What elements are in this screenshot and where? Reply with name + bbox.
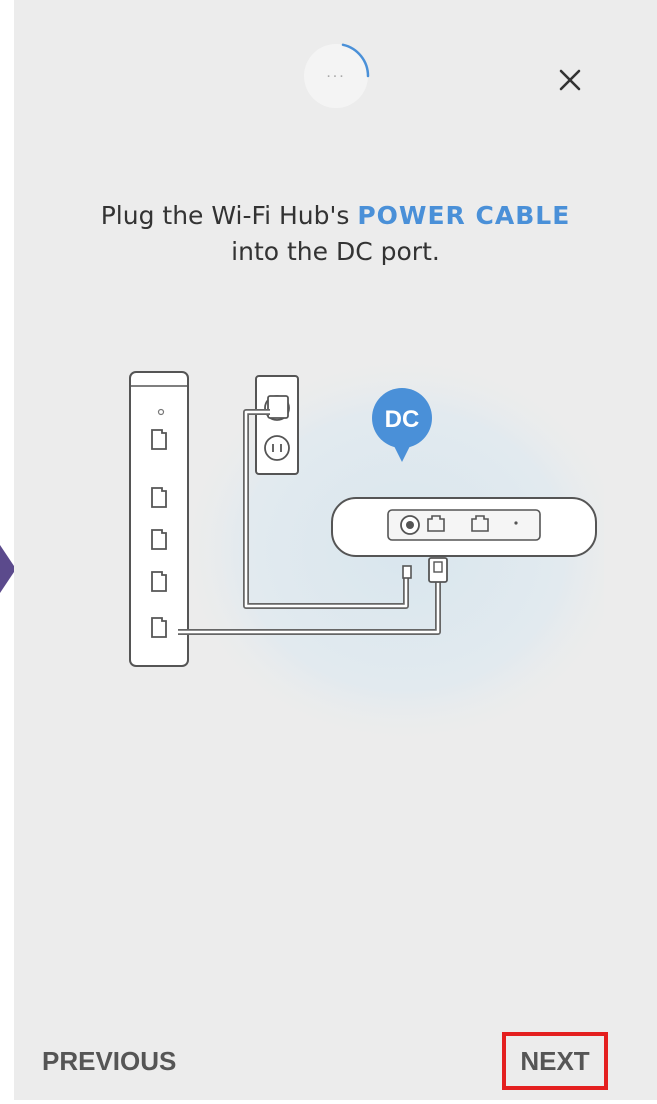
instruction-highlight: POWER CABLE xyxy=(357,201,571,230)
close-icon xyxy=(559,69,581,91)
wifi-hub-device xyxy=(331,497,597,557)
previous-button[interactable]: PREVIOUS xyxy=(42,1036,176,1086)
bottom-margin-strip xyxy=(0,1100,657,1104)
wifi-hub-connection-illustration: DC xyxy=(129,350,604,750)
setup-screen: ... Plug the Wi-Fi Hub's POWER CABLE int… xyxy=(14,0,657,1100)
instruction-line-1: Plug the Wi-Fi Hub's POWER CABLE xyxy=(14,198,657,234)
wall-outlet xyxy=(255,375,299,475)
close-button[interactable] xyxy=(550,60,590,100)
dc-power-plug xyxy=(402,565,412,579)
progress-indicator: ... xyxy=(298,38,374,114)
dc-badge-label: DC xyxy=(385,406,420,433)
instruction-line-2: into the DC port. xyxy=(231,237,440,266)
instruction-prefix: Plug the Wi-Fi Hub's xyxy=(100,201,358,230)
instruction-text: Plug the Wi-Fi Hub's POWER CABLE into th… xyxy=(14,198,657,270)
next-button[interactable]: NEXT xyxy=(502,1032,608,1090)
modem-device xyxy=(129,371,189,667)
progress-dots: ... xyxy=(326,64,346,81)
ethernet-plug xyxy=(428,557,448,583)
